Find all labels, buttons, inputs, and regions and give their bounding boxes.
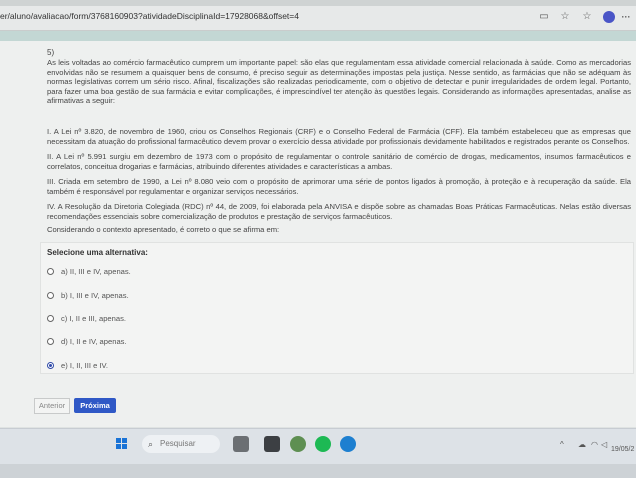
search-placeholder: Pesquisar xyxy=(160,439,196,448)
statement-4: IV. A Resolução da Diretoria Colegiada (… xyxy=(47,202,631,221)
taskbar-date[interactable]: 19/05/2 xyxy=(611,446,634,453)
option-a[interactable]: a) II, III e IV, apenas. xyxy=(47,265,131,277)
url-text[interactable]: er/aluno/avaliacao/form/3768160903?ativi… xyxy=(0,11,299,21)
answer-box xyxy=(40,242,634,374)
chrome-app-icon[interactable] xyxy=(290,436,306,452)
radio-icon[interactable] xyxy=(47,291,54,299)
option-label: b) I, III e IV, apenas. xyxy=(61,290,129,300)
radio-icon[interactable] xyxy=(47,337,54,345)
question-number: 5) xyxy=(47,48,55,57)
previous-button[interactable]: Anterior xyxy=(34,398,70,414)
chevron-up-icon[interactable]: ^ xyxy=(560,440,564,449)
reader-mode-icon[interactable]: ▭ xyxy=(537,10,551,24)
question-intro: As leis voltadas ao comércio farmacêutic… xyxy=(47,58,631,106)
news-widget-icon[interactable] xyxy=(233,436,249,452)
radio-selected-icon[interactable] xyxy=(47,361,54,369)
radio-icon[interactable] xyxy=(47,314,54,322)
search-icon: ⌕ xyxy=(148,439,154,449)
profile-avatar[interactable] xyxy=(603,11,615,23)
favorite-star-icon[interactable]: ☆ xyxy=(558,10,572,24)
volume-icon[interactable]: ◁ xyxy=(601,440,607,449)
more-menu-icon[interactable]: ··· xyxy=(619,10,633,24)
edge-app-icon[interactable] xyxy=(340,436,356,452)
taskbar-search[interactable]: ⌕ Pesquisar xyxy=(142,435,220,453)
answer-title: Selecione uma alternativa: xyxy=(47,248,148,257)
browser-address-bar[interactable]: er/aluno/avaliacao/form/3768160903?ativi… xyxy=(0,6,636,31)
option-b[interactable]: b) I, III e IV, apenas. xyxy=(47,289,129,301)
spotify-app-icon[interactable] xyxy=(315,436,331,452)
next-button[interactable]: Próxima xyxy=(74,398,116,413)
bottom-strip xyxy=(0,464,636,478)
statement-1: I. A Lei nº 3.820, de novembro de 1960, … xyxy=(47,127,631,146)
statement-2: II. A Lei nº 5.991 surgiu em dezembro de… xyxy=(47,152,631,171)
question-prompt: Considerando o contexto apresentado, é c… xyxy=(47,225,280,234)
wifi-icon[interactable]: ◠ xyxy=(591,440,598,449)
option-label: d) I, II e IV, apenas. xyxy=(61,336,127,346)
option-d[interactable]: d) I, II e IV, apenas. xyxy=(47,335,127,347)
page-header-band xyxy=(0,31,636,41)
option-label: c) I, II e III, apenas. xyxy=(61,313,126,323)
task-view-icon[interactable] xyxy=(264,436,280,452)
favorites-list-icon[interactable]: ☆ xyxy=(580,10,594,24)
radio-icon[interactable] xyxy=(47,267,54,275)
option-label: e) I, II, III e IV. xyxy=(61,360,108,370)
windows-start-icon[interactable] xyxy=(116,438,128,450)
statement-3: III. Criada em setembro de 1990, a Lei n… xyxy=(47,177,631,196)
cloud-icon[interactable]: ☁ xyxy=(578,440,586,449)
option-e[interactable]: e) I, II, III e IV. xyxy=(47,359,108,371)
option-c[interactable]: c) I, II e III, apenas. xyxy=(47,312,126,324)
option-label: a) II, III e IV, apenas. xyxy=(61,266,131,276)
